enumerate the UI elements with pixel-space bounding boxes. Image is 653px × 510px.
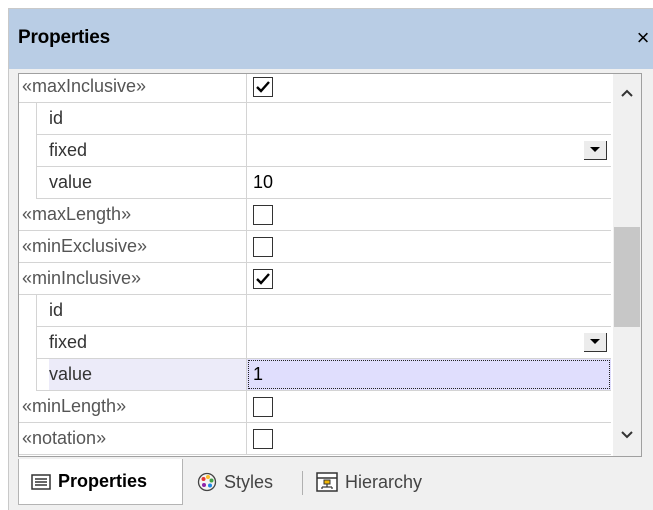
- property-dropdown[interactable]: [247, 327, 611, 358]
- chevron-up-icon: [621, 89, 633, 97]
- dropdown-button[interactable]: [584, 141, 607, 160]
- dropdown-button[interactable]: [584, 333, 607, 352]
- row-indent: [19, 359, 37, 391]
- tab-hierarchy[interactable]: Hierarchy: [312, 459, 462, 505]
- property-name: «minLength»: [22, 396, 127, 416]
- property-row[interactable]: «minLength»: [19, 391, 611, 423]
- hierarchy-icon: [316, 472, 338, 492]
- property-row[interactable]: «maxInclusive»: [19, 74, 611, 103]
- property-name: fixed: [49, 140, 88, 160]
- column-separator: [246, 231, 247, 263]
- property-row[interactable]: fixed: [19, 135, 611, 167]
- tab-properties[interactable]: Properties: [18, 459, 183, 505]
- property-name: id: [49, 108, 64, 128]
- vertical-scrollbar[interactable]: [613, 74, 641, 456]
- property-row[interactable]: fixed: [19, 327, 611, 359]
- checkmark-icon: [256, 273, 270, 285]
- property-row[interactable]: value 1: [19, 359, 611, 391]
- row-indent: [19, 103, 37, 135]
- column-separator: [246, 263, 247, 295]
- tab-styles-label: Styles: [224, 471, 274, 492]
- tab-styles[interactable]: Styles: [191, 459, 299, 505]
- property-row[interactable]: id: [19, 103, 611, 135]
- checkmark-icon: [256, 81, 270, 93]
- property-name: «minInclusive»: [22, 268, 142, 288]
- chevron-down-icon: [621, 431, 633, 439]
- column-separator: [246, 74, 247, 103]
- dropdown-arrow-icon: [590, 147, 600, 152]
- property-checkbox[interactable]: [253, 397, 273, 417]
- row-indent: [19, 167, 37, 199]
- panel-tabs: Properties Styles Hierarchy: [9, 459, 653, 510]
- property-row[interactable]: «minExclusive»: [19, 231, 611, 263]
- row-indent: [19, 135, 37, 167]
- tab-hierarchy-label: Hierarchy: [345, 471, 423, 492]
- property-value-field[interactable]: 10: [247, 167, 611, 198]
- property-row[interactable]: id: [19, 295, 611, 327]
- property-value-field[interactable]: [247, 295, 611, 326]
- tab-properties-label: Properties: [58, 471, 148, 491]
- property-grid-area: «maxInclusive» id fixed value 10 «maxLength» «…: [18, 73, 642, 457]
- property-name: value: [49, 359, 246, 390]
- row-indent: [19, 295, 37, 327]
- property-checkbox[interactable]: [253, 269, 273, 289]
- property-row[interactable]: value 10: [19, 167, 611, 199]
- property-row[interactable]: «notation»: [19, 423, 611, 455]
- palette-icon: [197, 472, 217, 492]
- scroll-thumb[interactable]: [614, 227, 640, 327]
- property-name: «maxInclusive»: [22, 76, 147, 96]
- properties-icon: [31, 473, 51, 490]
- property-name: id: [49, 300, 64, 320]
- property-checkbox[interactable]: [253, 77, 273, 97]
- scroll-down-button[interactable]: [613, 416, 641, 456]
- property-checkbox[interactable]: [253, 237, 273, 257]
- property-name: «notation»: [22, 428, 107, 448]
- property-name: «minExclusive»: [22, 236, 148, 256]
- property-dropdown[interactable]: [247, 135, 611, 166]
- panel-title: Properties: [18, 27, 110, 48]
- column-separator: [246, 199, 247, 231]
- properties-panel: Properties × «maxInclusive» id fixed value 1…: [8, 8, 653, 510]
- panel-titlebar: Properties ×: [9, 9, 653, 69]
- property-row[interactable]: «minInclusive»: [19, 263, 611, 295]
- property-value: 10: [253, 172, 274, 192]
- tab-divider: [302, 471, 303, 495]
- dropdown-arrow-icon: [590, 339, 600, 344]
- property-name: value: [49, 172, 93, 192]
- close-icon[interactable]: ×: [632, 23, 653, 53]
- property-name: fixed: [49, 332, 88, 352]
- row-indent: [19, 327, 37, 359]
- property-value-field[interactable]: 1: [247, 359, 611, 390]
- scroll-up-button[interactable]: [613, 74, 641, 114]
- property-value-field[interactable]: [247, 103, 611, 134]
- property-checkbox[interactable]: [253, 429, 273, 449]
- property-row[interactable]: «maxLength»: [19, 199, 611, 231]
- property-value: 1: [253, 364, 264, 384]
- property-checkbox[interactable]: [253, 205, 273, 225]
- column-separator: [246, 391, 247, 423]
- property-name: «maxLength»: [22, 204, 132, 224]
- column-separator: [246, 423, 247, 455]
